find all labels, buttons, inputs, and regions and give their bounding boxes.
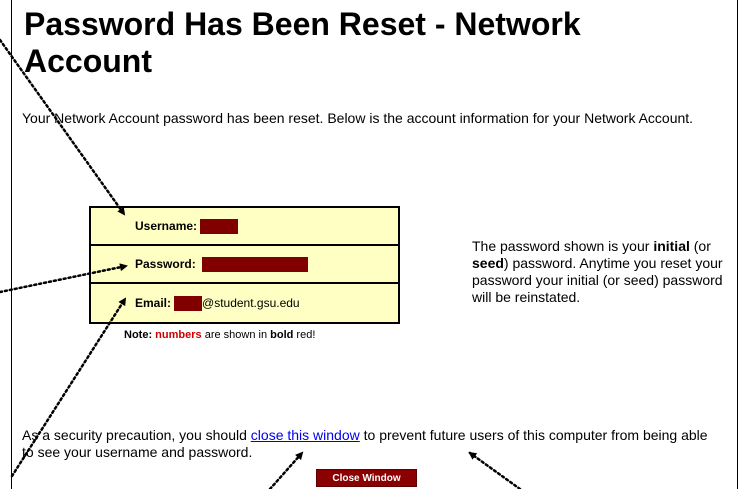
- side-bold-initial: initial: [653, 238, 690, 254]
- initial-password-explanation: The password shown is your initial (or s…: [472, 238, 734, 306]
- password-row: Password:: [91, 246, 398, 284]
- username-redaction: [200, 218, 239, 234]
- note-suffix: red!: [296, 329, 316, 341]
- password-redaction: [201, 256, 308, 272]
- email-redaction: [174, 295, 203, 311]
- close-window-link[interactable]: close this window: [251, 427, 360, 443]
- password-label: Password:: [135, 257, 196, 271]
- note-numbers: numbers: [155, 329, 202, 341]
- email-domain: @student.gsu.edu: [202, 296, 300, 310]
- note-mid: are shown in: [204, 329, 268, 341]
- note-prefix: Note:: [124, 329, 153, 341]
- side-bold-seed: seed: [472, 255, 504, 271]
- numbers-note: Note: numbers are shown in bold red!: [124, 329, 315, 341]
- security-notice: As a security precaution, you should clo…: [22, 427, 722, 461]
- intro-text: Your Network Account password has been r…: [22, 110, 694, 126]
- note-bold: bold: [270, 329, 294, 341]
- side-text-3: ) password. Anytime you reset your passw…: [472, 255, 723, 305]
- side-text-2: (or: [689, 238, 711, 254]
- account-info-box: Username: Password: Email: @student.gsu.…: [89, 206, 400, 324]
- email-label: Email:: [135, 296, 172, 310]
- security-text-before: As a security precaution, you should: [22, 427, 251, 443]
- username-row: Username:: [91, 208, 398, 246]
- email-row: Email: @student.gsu.edu: [91, 284, 398, 322]
- side-text-1: The password shown is your: [472, 238, 654, 254]
- page-title: Password Has Been Reset - Network Accoun…: [24, 6, 581, 79]
- username-label: Username:: [135, 219, 198, 233]
- close-window-button[interactable]: Close Window: [316, 469, 417, 487]
